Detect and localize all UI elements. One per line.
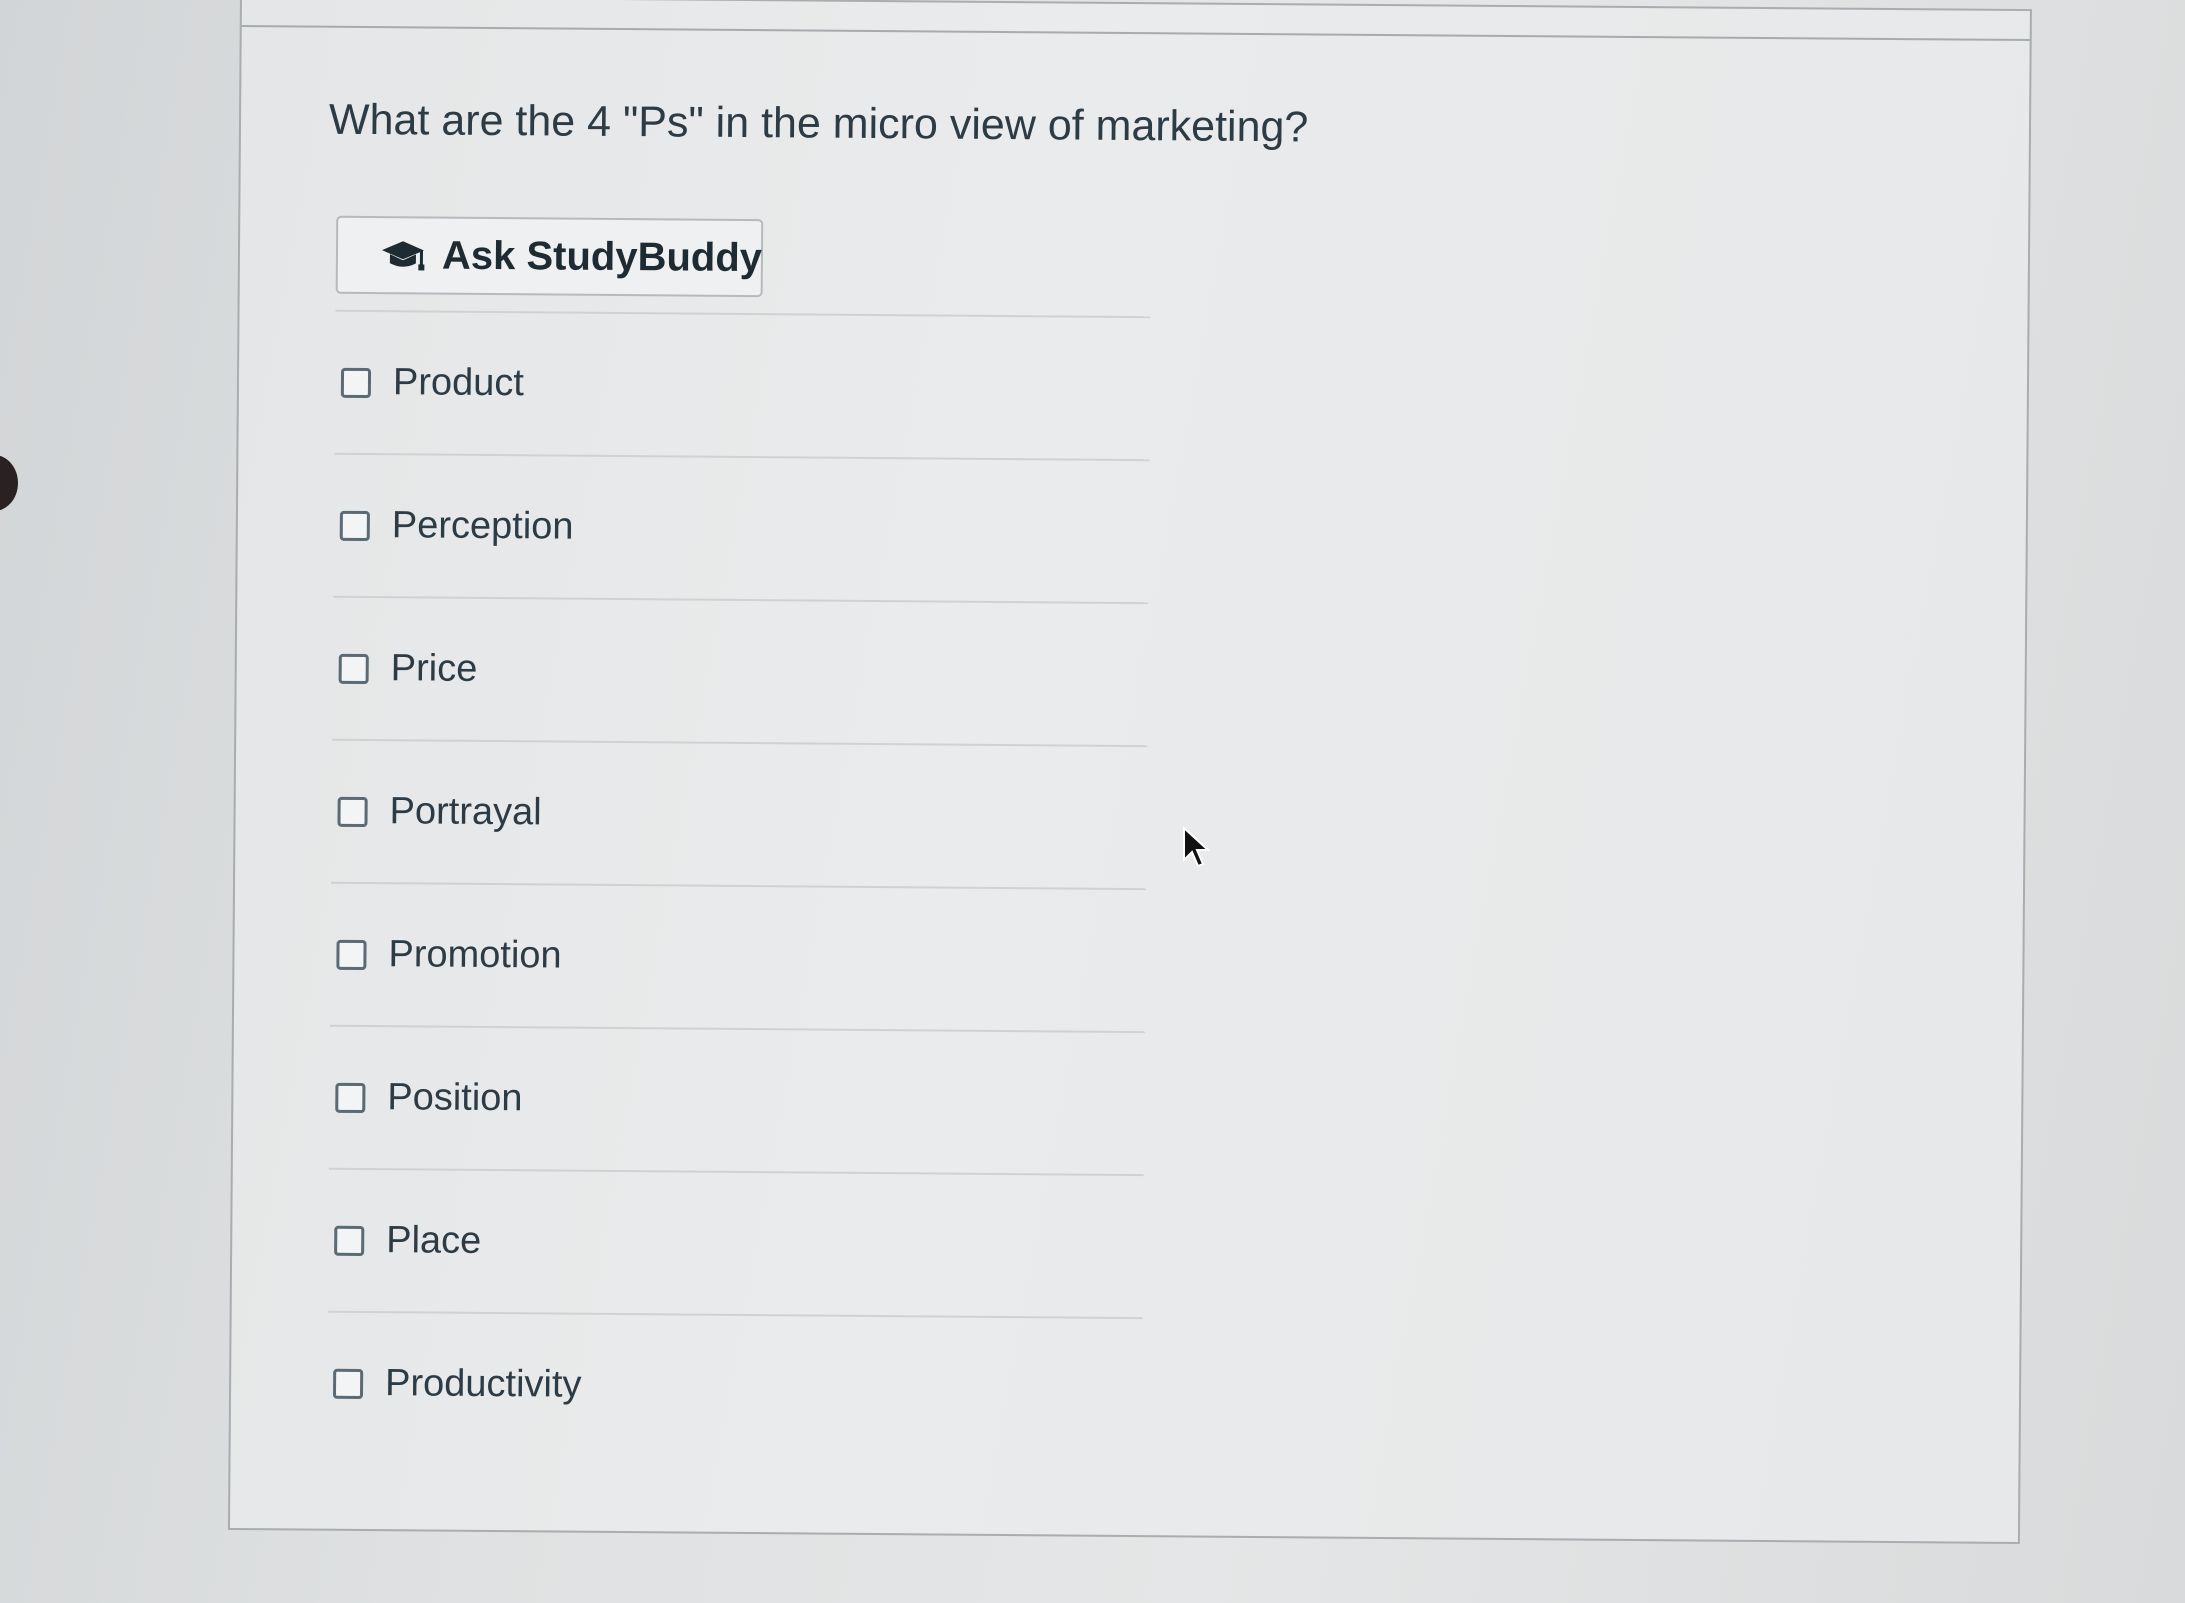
option-label: Productivity: [384, 1362, 582, 1406]
option-label: Product: [392, 361, 525, 405]
mouse-pointer-icon: [1183, 826, 1211, 868]
option-place[interactable]: Place: [327, 1167, 1144, 1318]
edge-dot: [0, 455, 18, 511]
option-checkbox[interactable]: [339, 510, 370, 541]
option-checkbox[interactable]: [337, 796, 368, 827]
question-text: What are the 4 "Ps" in the micro view of…: [328, 95, 1309, 152]
option-label: Place: [386, 1219, 482, 1262]
card-top-divider: [241, 25, 2030, 42]
question-card: What are the 4 "Ps" in the micro view of…: [227, 0, 2032, 1545]
option-position[interactable]: Position: [328, 1024, 1145, 1175]
option-label: Promotion: [388, 933, 562, 977]
option-productivity[interactable]: Productivity: [326, 1310, 1143, 1461]
screen: What are the 4 "Ps" in the micro view of…: [0, 0, 2185, 1603]
option-promotion[interactable]: Promotion: [329, 881, 1147, 1032]
option-checkbox[interactable]: [338, 653, 369, 684]
option-label: Position: [387, 1076, 523, 1120]
option-perception[interactable]: Perception: [333, 452, 1150, 603]
option-product[interactable]: Product: [334, 309, 1151, 460]
option-label: Portrayal: [389, 790, 542, 834]
answer-options-list: Product Perception Price Portrayal Promo…: [326, 309, 1151, 1461]
option-price[interactable]: Price: [332, 595, 1149, 746]
ask-studybuddy-button[interactable]: Ask StudyBuddy: [335, 215, 764, 298]
option-checkbox[interactable]: [334, 1225, 365, 1256]
option-checkbox[interactable]: [332, 1368, 364, 1399]
option-label: Perception: [391, 504, 574, 548]
option-checkbox[interactable]: [335, 1082, 366, 1113]
graduation-cap-icon: [380, 237, 426, 273]
option-checkbox[interactable]: [336, 939, 367, 970]
option-checkbox[interactable]: [340, 367, 372, 398]
option-portrayal[interactable]: Portrayal: [331, 738, 1148, 889]
ask-studybuddy-label: Ask StudyBuddy: [441, 233, 763, 280]
option-label: Price: [390, 647, 478, 690]
